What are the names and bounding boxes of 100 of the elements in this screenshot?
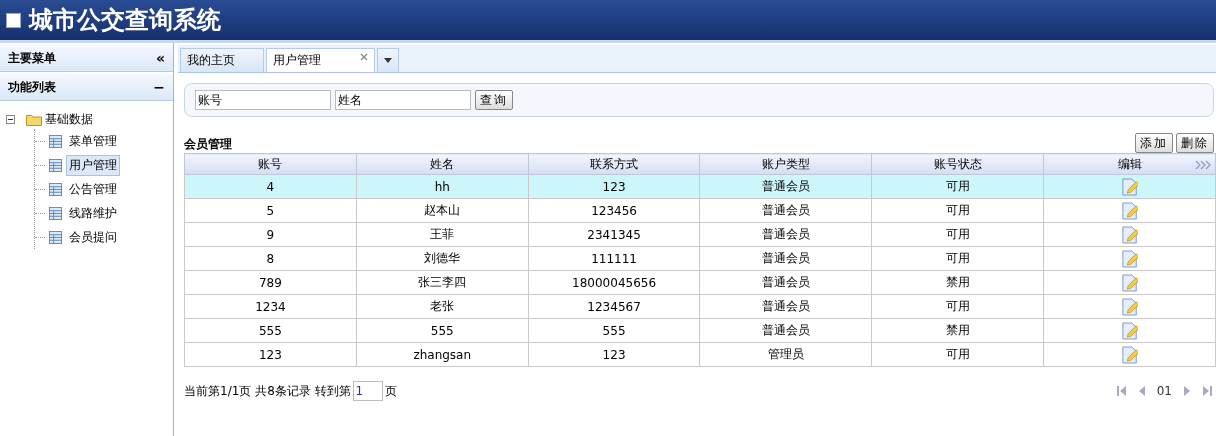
table-cell: 可用 [871, 174, 1044, 199]
table-cell: 可用 [871, 198, 1044, 223]
table-cell: 管理员 [700, 342, 872, 367]
table-cell: 可用 [871, 222, 1044, 247]
table-cell: 普通会员 [700, 270, 872, 295]
tree-item[interactable]: 线路维护 [66, 202, 120, 224]
table-row[interactable]: 8 刘德华 111111 普通会员 可用 [184, 246, 1216, 271]
search-field[interactable]: 账号 [195, 90, 331, 110]
table-cell: 789 [184, 270, 357, 295]
tree-item[interactable]: 用户管理 [66, 154, 120, 176]
table-row[interactable]: 123 zhangsan 123 管理员 可用 [184, 342, 1216, 367]
table-cell: 老张 [356, 294, 529, 319]
table-cell: 555 [528, 318, 700, 343]
table-cell: 9 [184, 222, 357, 247]
table-cell: 王菲 [356, 222, 529, 247]
table-row[interactable]: 789 张三李四 18000045656 普通会员 禁用 [184, 270, 1216, 295]
edit-icon[interactable] [1121, 273, 1138, 292]
table-row[interactable]: 9 王菲 2341345 普通会员 可用 [184, 222, 1216, 247]
edit-icon[interactable] [1121, 225, 1138, 244]
table-row[interactable]: 5 赵本山 123456 普通会员 可用 [184, 198, 1216, 223]
search-button[interactable]: 查询 [475, 90, 513, 110]
edit-icon[interactable] [1121, 201, 1138, 220]
current-page: 01 [1156, 384, 1172, 398]
table-icon [49, 158, 62, 172]
section-title: 功能列表 [8, 78, 56, 96]
edit-icon[interactable] [1121, 177, 1138, 196]
tab[interactable]: 我的主页 [180, 48, 264, 72]
app-title: 城市公交查询系统 [29, 5, 221, 36]
tab[interactable]: 用户管理 [266, 48, 375, 72]
table-cell: 普通会员 [700, 246, 872, 271]
sidebar-title: 主要菜单 [8, 49, 56, 67]
table-row[interactable]: 1234 老张 1234567 普通会员 可用 [184, 294, 1216, 319]
action-button[interactable]: 删除 [1176, 133, 1214, 153]
collapse-button[interactable]: « [155, 50, 165, 66]
table-cell: 普通会员 [700, 294, 872, 319]
table-cell: 555 [184, 318, 357, 343]
column-header: 联系方式 [528, 153, 700, 175]
column-header: 姓名 [356, 153, 529, 175]
edit-icon[interactable] [1121, 297, 1138, 316]
tree-item[interactable]: 菜单管理 [66, 130, 120, 152]
page-summary: 当前第1/1页 共8条记录 转到第 [184, 382, 351, 400]
table-cell: 可用 [871, 246, 1044, 271]
table-cell: 禁用 [871, 270, 1044, 295]
table-cell: 2341345 [528, 222, 700, 247]
table-row[interactable]: 555 555 555 普通会员 禁用 [184, 318, 1216, 343]
table-cell: zhangsan [356, 342, 529, 367]
tree-item[interactable]: 基础数据 [45, 110, 93, 128]
table-cell: 普通会员 [700, 174, 872, 199]
column-header: 账号 [184, 153, 357, 175]
collapse-icon[interactable] [6, 114, 15, 124]
table-cell: 禁用 [871, 318, 1044, 343]
table-cell: 可用 [871, 294, 1044, 319]
expand-icon[interactable] [1195, 160, 1211, 170]
toggle-button[interactable]: − [153, 79, 165, 95]
tab-menu-button[interactable] [377, 48, 399, 72]
tree-item[interactable]: 公告管理 [66, 178, 120, 200]
table-cell: 普通会员 [700, 198, 872, 223]
column-header: 账号状态 [871, 153, 1044, 175]
table-cell: 刘德华 [356, 246, 529, 271]
edit-icon[interactable] [1121, 345, 1138, 364]
table-cell: 普通会员 [700, 318, 872, 343]
close-icon[interactable] [360, 53, 368, 61]
column-header: 编辑 [1043, 153, 1216, 175]
table-cell: 123 [528, 342, 700, 367]
edit-icon[interactable] [1121, 321, 1138, 340]
table-cell: hh [356, 174, 529, 199]
table-cell: 18000045656 [528, 270, 700, 295]
page-suffix: 页 [384, 382, 397, 400]
section-heading: 会员管理 [184, 136, 232, 153]
table-row[interactable]: 4 hh 123 普通会员 可用 [184, 174, 1216, 199]
table-cell: 普通会员 [700, 222, 872, 247]
table-cell: 123 [528, 174, 700, 199]
table-cell: 123 [184, 342, 357, 367]
table-cell: 张三李四 [356, 270, 529, 295]
table-cell: 赵本山 [356, 198, 529, 223]
table-cell: 111111 [528, 246, 700, 271]
last-page-icon[interactable] [1202, 385, 1212, 397]
table-cell: 1234567 [528, 294, 700, 319]
page-input[interactable]: 1 [352, 381, 383, 401]
table-icon [49, 134, 62, 148]
table-cell: 555 [356, 318, 529, 343]
window-icon [6, 12, 21, 28]
edit-icon[interactable] [1121, 249, 1138, 268]
next-page-icon[interactable] [1182, 385, 1192, 397]
action-button[interactable]: 添加 [1135, 133, 1173, 153]
table-cell: 1234 [184, 294, 357, 319]
table-cell: 8 [184, 246, 357, 271]
table-cell: 可用 [871, 342, 1044, 367]
tree-item[interactable]: 会员提问 [66, 226, 120, 248]
first-page-icon[interactable] [1116, 385, 1127, 397]
folder-icon [26, 112, 42, 126]
column-header: 账户类型 [700, 153, 872, 175]
table-cell: 4 [184, 174, 357, 199]
table-cell: 123456 [528, 198, 700, 223]
table-icon [49, 206, 62, 220]
table-cell: 5 [184, 198, 357, 223]
table-icon [49, 182, 62, 196]
table-icon [49, 230, 62, 244]
search-field[interactable]: 姓名 [335, 90, 471, 110]
caret-icon [384, 58, 392, 63]
